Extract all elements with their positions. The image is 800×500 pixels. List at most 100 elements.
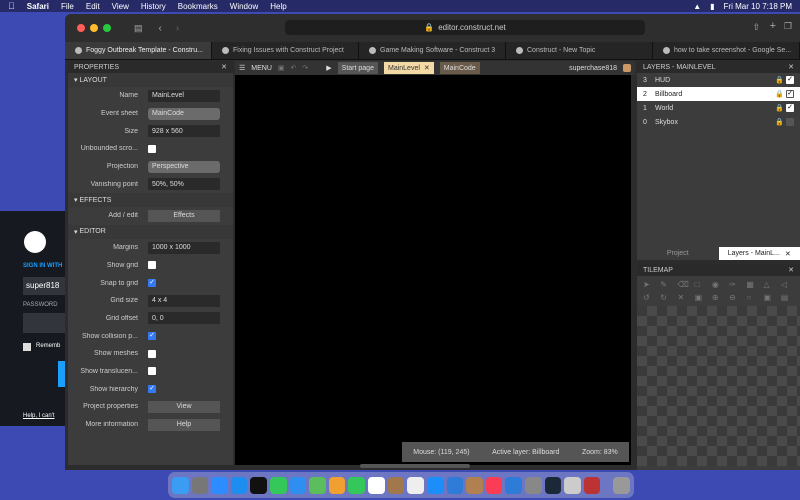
system-settings-icon[interactable] [524,476,542,494]
show-translucent-checkbox[interactable] [148,367,156,376]
close-icon[interactable]: ✕ [785,250,791,258]
doc-tab-maincode[interactable]: MainCode [439,62,480,74]
section-editor[interactable]: ▾ EDITOR [68,224,233,239]
flip-vertical-icon[interactable]: ◁ [781,280,794,289]
launchpad-icon[interactable] [191,476,209,494]
tilemap-canvas[interactable] [637,306,800,466]
steam-icon[interactable] [544,476,562,494]
preview-icon[interactable] [466,476,483,494]
snap-to-grid-checkbox[interactable]: ✓ [148,279,156,288]
zoom-in-icon[interactable]: ⊕ [712,293,725,302]
close-icon[interactable]: ✕ [221,63,227,71]
rotate-ccw-icon[interactable]: ↺ [643,293,656,302]
zoom-app-icon[interactable] [211,476,228,494]
tab-overview-icon[interactable]: ❐ [784,21,792,32]
share-icon[interactable]: ⇧ [752,22,760,33]
address-bar[interactable]: 🔒 editor.construct.net [285,20,645,35]
show-hierarchy-checkbox[interactable]: ✓ [148,385,156,394]
menu-safari[interactable]: Safari [27,2,49,11]
view-button[interactable]: View [148,400,220,413]
facetime-icon[interactable] [348,476,366,494]
notes-icon[interactable] [387,476,405,494]
sidebar-icon[interactable]: ▤ [134,23,143,34]
browser-tab-game-making[interactable]: Game Making Software - Construct 3 [359,42,506,59]
new-tab-icon[interactable]: + [770,20,776,32]
apple-icon[interactable]:  [8,1,15,11]
save-icon[interactable]: ▣ [764,293,777,302]
battery-icon[interactable]: ▮ [710,2,714,11]
layer-visible-checkbox[interactable] [786,118,794,126]
steam-password-input[interactable] [23,313,68,333]
menu-view[interactable]: View [112,2,129,11]
menu-file[interactable]: File [61,2,74,11]
zoom-window-button[interactable] [103,24,111,32]
finder-window-icon[interactable] [564,476,581,494]
calendar-icon[interactable] [368,476,385,494]
play-icon[interactable]: ▶ [326,64,331,72]
messages-icon[interactable] [270,476,287,494]
lock-icon[interactable]: 🔒 [775,118,784,126]
grid-offset-input[interactable]: 0, 0 [148,312,220,325]
avatar[interactable] [623,64,631,72]
lock-icon[interactable]: 🔒 [775,90,784,98]
minimize-window-button[interactable] [90,24,98,32]
show-grid-checkbox[interactable] [148,261,156,270]
wifi-icon[interactable]: ▲ [693,2,701,11]
layer-item-billboard[interactable]: 2 Billboard 🔒 ✓ [637,87,800,101]
maps-icon[interactable] [309,476,326,494]
tab-project[interactable]: Project [637,247,719,260]
save-icon[interactable]: ▣ [278,64,285,72]
app-store-icon[interactable] [426,476,444,494]
back-icon[interactable]: ‹ [159,23,162,34]
browser-tab-fixing-issues[interactable]: Fixing Issues with Construct Project [212,42,359,59]
doc-tab-mainlevel[interactable]: MainLevel ✕ [383,62,434,74]
flip-horizontal-icon[interactable]: △ [764,280,777,289]
section-effects[interactable]: ▾ EFFECTS [68,193,233,208]
reminders-icon[interactable] [407,476,424,494]
eraser-icon[interactable]: ⌫ [677,280,690,289]
podcasts-icon[interactable] [505,476,522,494]
unbounded-checkbox[interactable] [148,144,156,153]
steam-remember-checkbox[interactable] [23,343,31,351]
size-input[interactable]: 928 x 560 [148,125,220,138]
resize-icon[interactable]: ▣ [695,293,708,302]
close-icon[interactable]: ✕ [677,293,690,302]
pointer-icon[interactable]: ➤ [643,280,656,289]
grid-size-input[interactable]: 4 x 4 [148,294,220,307]
browser-tab-foggy-outbreak[interactable]: Foggy Outbreak Template - Constru... [65,42,212,59]
show-meshes-checkbox[interactable] [148,349,156,358]
redo-icon[interactable]: ↷ [302,64,308,72]
layer-item-hud[interactable]: 3 HUD 🔒 ✓ [637,73,800,87]
layer-item-world[interactable]: 1 World 🔒 ✓ [637,101,800,115]
canvas-scrollbar[interactable] [360,464,470,468]
menu-bookmarks[interactable]: Bookmarks [178,2,218,11]
menu-edit[interactable]: Edit [86,2,100,11]
close-window-button[interactable] [77,24,85,32]
show-collision-checkbox[interactable]: ✓ [148,332,156,341]
layer-item-skybox[interactable]: 0 Skybox 🔒 [637,115,800,129]
stamp-icon[interactable]: ▦ [746,280,759,289]
clock[interactable]: Fri Mar 10 7:18 PM [724,2,792,11]
projection-select[interactable]: Perspective [148,160,220,173]
close-icon[interactable]: ✕ [424,64,430,72]
event-sheet-select[interactable]: MainCode [148,107,220,120]
menu-window[interactable]: Window [230,2,258,11]
close-icon[interactable]: ✕ [788,63,794,71]
layer-visible-checkbox[interactable]: ✓ [786,90,794,98]
doc-tab-start-page[interactable]: Start page [337,62,378,74]
trash-icon[interactable] [613,476,631,494]
menu-button[interactable]: MENU [251,65,272,72]
music-icon[interactable] [485,476,503,494]
pencil-icon[interactable]: ✎ [660,280,673,289]
close-icon[interactable]: ✕ [788,266,794,274]
keynote-icon[interactable] [446,476,464,494]
effects-button[interactable]: Effects [148,209,220,222]
mail-icon[interactable] [289,476,307,494]
undo-icon[interactable]: ↶ [291,64,297,72]
photos-icon[interactable] [328,476,346,494]
name-input[interactable]: MainLevel [148,89,220,102]
layer-visible-checkbox[interactable]: ✓ [786,76,794,84]
menu-icon[interactable]: ☰ [239,64,245,72]
vanishing-point-input[interactable]: 50%, 50% [148,178,220,191]
zoom-reset-icon[interactable]: ○ [746,293,759,302]
